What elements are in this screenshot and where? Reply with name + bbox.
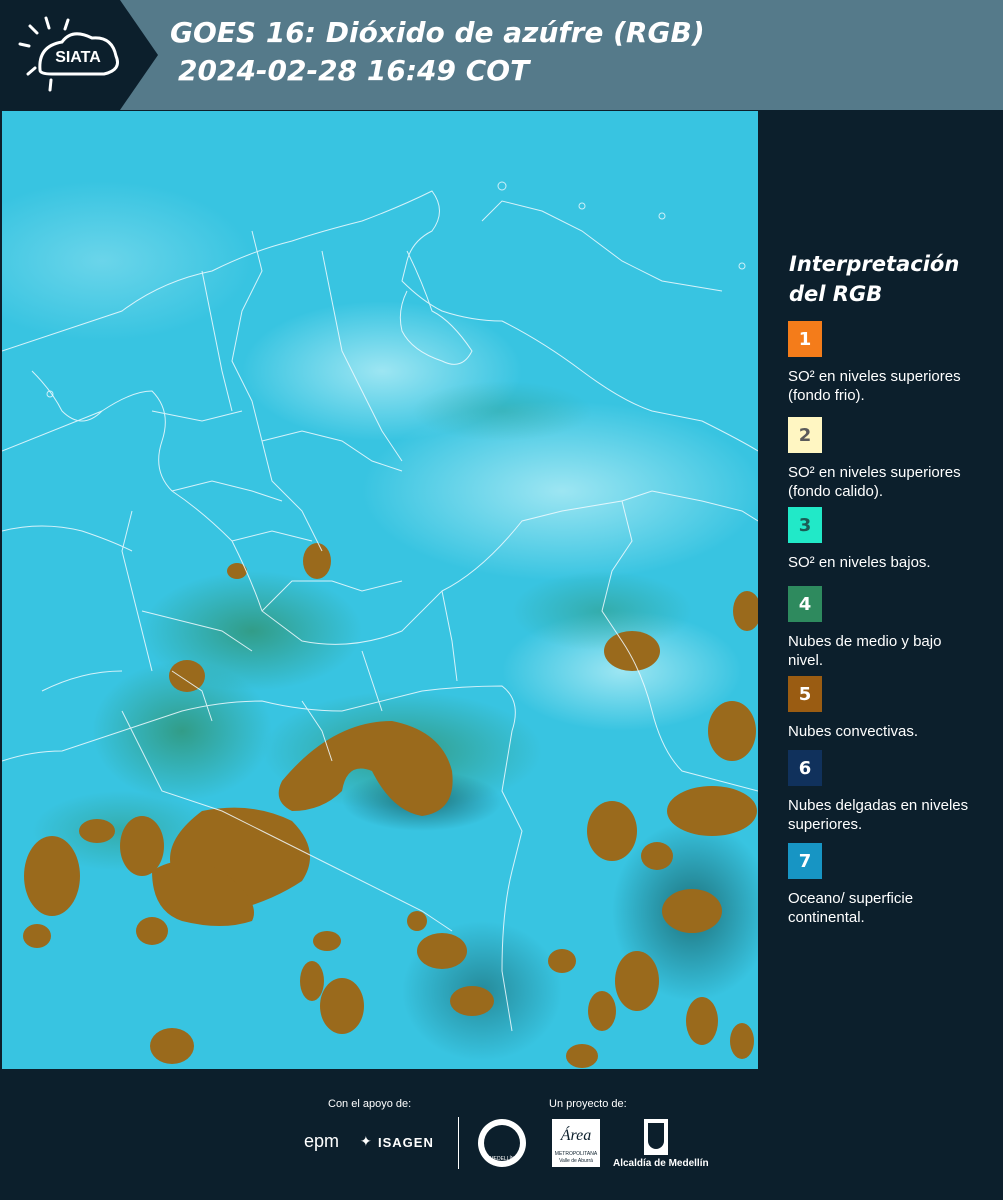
header-bar: SIATA GOES 16: Dióxido de azúfre (RGB) 2… — [0, 0, 1003, 110]
legend-title-line-2: del RGB — [789, 282, 883, 306]
legend-item-2: 2 SO² en niveles superiores (fondo calid… — [788, 417, 998, 501]
legend-swatch-2: 2 — [788, 417, 822, 453]
isagen-logo[interactable]: ISAGEN — [378, 1135, 434, 1150]
legend-label-6: Nubes delgadas en niveles superiores. — [788, 797, 969, 833]
title-line-1: GOES 16: Dióxido de azúfre (RGB) — [170, 16, 705, 49]
epm-logo[interactable]: epm — [304, 1131, 339, 1152]
legend-item-5: 5 Nubes convectivas. — [788, 676, 998, 760]
logo-text: SIATA — [55, 49, 101, 66]
legend-item-7: 7 Oceano/ superficie continental. — [788, 843, 998, 927]
alcaldia-text[interactable]: Alcaldía de Medellín — [613, 1158, 709, 1169]
legend-title-line-1: Interpretación — [789, 252, 960, 276]
legend-label-4: Nubes de medio y bajo nivel. — [788, 633, 942, 669]
legend-item-4: 4 Nubes de medio y bajo nivel. — [788, 586, 998, 670]
legend-item-3: 3 SO² en niveles bajos. — [788, 507, 998, 591]
legend-title: Interpretación del RGB — [789, 249, 999, 309]
satellite-image — [2, 111, 758, 1069]
legend-label-7: Oceano/ superficie continental. — [788, 890, 914, 926]
support-label: Con el apoyo de: — [328, 1098, 412, 1110]
title-line-2: 2024-02-28 16:49 COT — [178, 54, 530, 87]
area-subtext-2: Valle de Aburrá — [559, 1158, 593, 1164]
legend-swatch-4: 4 — [788, 586, 822, 622]
area-metropolitana-logo[interactable]: Área METROPOLITANA Valle de Aburrá — [552, 1119, 600, 1167]
isagen-icon: ✦ — [360, 1133, 372, 1149]
footer-bar: Con el apoyo de: Un proyecto de: epm ✦ I… — [0, 1069, 1003, 1200]
seal-text: MEDELLÍN — [489, 1156, 515, 1162]
alcaldia-shield-icon — [644, 1119, 668, 1155]
siata-logo[interactable]: SIATA — [0, 0, 160, 110]
legend-label-2: SO² en niveles superiores (fondo calido)… — [788, 464, 961, 500]
legend-item-6: 6 Nubes delgadas en niveles superiores. — [788, 750, 998, 834]
medellin-seal[interactable]: MEDELLÍN — [478, 1119, 526, 1167]
legend-panel: Interpretación del RGB 1 SO² en niveles … — [760, 111, 1003, 1069]
legend-item-1: 1 SO² en niveles superiores (fondo frio)… — [788, 321, 998, 405]
area-text: Área — [560, 1127, 592, 1144]
footer-divider — [458, 1117, 459, 1169]
legend-label-1: SO² en niveles superiores (fondo frio). — [788, 368, 961, 404]
legend-swatch-5: 5 — [788, 676, 822, 712]
logo-background: SIATA — [0, 0, 158, 110]
project-label: Un proyecto de: — [549, 1098, 627, 1110]
legend-swatch-3: 3 — [788, 507, 822, 543]
area-subtext-1: METROPOLITANA — [554, 1151, 598, 1157]
satellite-map[interactable] — [2, 111, 758, 1069]
legend-swatch-7: 7 — [788, 843, 822, 879]
legend-swatch-1: 1 — [788, 321, 822, 357]
legend-swatch-6: 6 — [788, 750, 822, 786]
